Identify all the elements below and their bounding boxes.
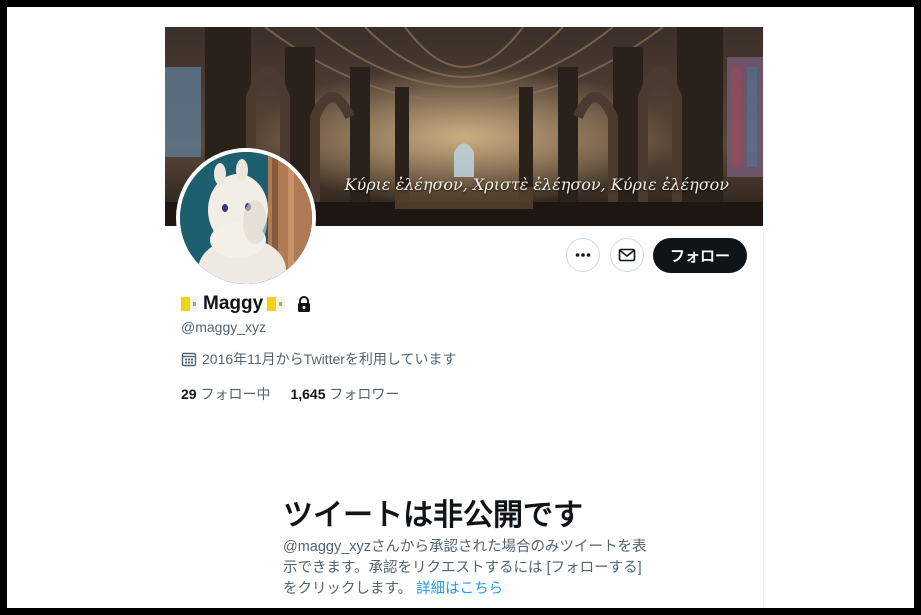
lock-icon	[295, 295, 313, 313]
vatican-flag-icon	[267, 295, 286, 313]
joined-text: 2016年11月からTwitterを利用しています	[202, 351, 457, 367]
follow-counts: 29 フォロー中 1,645 フォロワー	[181, 384, 399, 404]
browser-viewport: Κύριε ἐλέησον, Χριστὲ ἐλέησον, Κύριε ἐλέ…	[7, 7, 914, 608]
following-link[interactable]: 29 フォロー中	[181, 384, 270, 404]
display-name: Maggy	[203, 293, 264, 314]
followers-label: フォロワー	[329, 386, 400, 402]
moomin-plush-image	[180, 152, 312, 284]
calendar-icon	[181, 352, 197, 367]
private-tweets-body: @maggy_xyzさんから承認された場合のみツイートを表示できます。承認をリク…	[283, 537, 655, 600]
learn-more-link[interactable]: 詳細はこちら	[416, 581, 503, 597]
more-options-button[interactable]	[566, 238, 600, 272]
vatican-flag-icon	[181, 295, 199, 313]
envelope-icon	[618, 248, 636, 262]
profile-avatar[interactable]	[176, 148, 316, 288]
followers-link[interactable]: 1,645 フォロワー	[290, 384, 399, 404]
joined-date: 2016年11月からTwitterを利用しています	[181, 349, 457, 369]
more-icon	[575, 253, 591, 257]
follow-button[interactable]: フォロー	[653, 238, 747, 273]
following-count: 29	[181, 386, 197, 402]
profile-handle: @maggy_xyz	[181, 319, 267, 335]
profile-name-row: Maggy	[181, 291, 313, 317]
banner-caption: Κύριε ἐλέησον, Χριστὲ ἐλέησον, Κύριε ἐλέ…	[344, 175, 729, 194]
message-button[interactable]	[610, 238, 644, 272]
followers-count: 1,645	[290, 386, 326, 402]
profile-column: Κύριε ἐλέησον, Χριστὲ ἐλέησον, Κύριε ἐλέ…	[165, 27, 764, 608]
following-label: フォロー中	[200, 386, 271, 402]
private-tweets-title: ツイートは非公開です	[283, 499, 583, 532]
